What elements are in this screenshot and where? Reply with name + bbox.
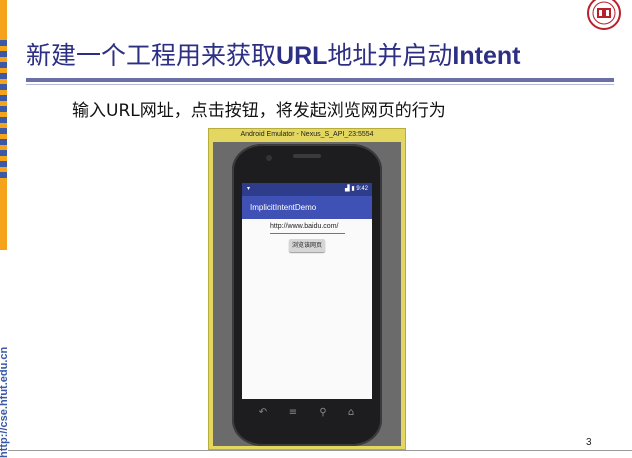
slide-title: 新建一个工程用来获取URL地址并启动Intent	[26, 36, 616, 76]
bottom-divider	[8, 450, 632, 451]
left-decorative-strip: http://cse.hfut.edu.cn	[0, 0, 10, 458]
signal-icon: ▟	[345, 186, 350, 192]
battery-icon: ▮	[351, 186, 355, 192]
camera-icon	[266, 155, 272, 161]
page-number: 3	[586, 437, 592, 448]
status-right: ▟ ▮ 9:42	[345, 183, 368, 196]
side-url-text: http://cse.hfut.edu.cn	[0, 346, 10, 458]
browse-button[interactable]: 浏览该网页	[289, 239, 325, 252]
status-bar: ▾ ▟ ▮ 9:42	[242, 183, 372, 196]
app-title-bar: ImplicitIntentDemo	[242, 196, 372, 219]
status-time: 9:42	[356, 186, 368, 192]
home-icon[interactable]: ≡	[286, 408, 300, 418]
title-part-2: URL	[276, 42, 328, 70]
search-icon[interactable]: ⚲	[316, 408, 330, 418]
menu-icon[interactable]: ⌂	[344, 408, 358, 418]
emulator-window-title: Android Emulator - Nexus_S_API_23:5554	[240, 131, 374, 138]
app-title: ImplicitIntentDemo	[250, 203, 317, 212]
university-seal-icon	[587, 0, 621, 30]
title-part-3: 地址并启动	[327, 41, 453, 70]
blue-pattern-bar	[0, 40, 7, 180]
back-icon[interactable]: ↶	[256, 408, 270, 418]
title-part-4: Intent	[452, 42, 521, 70]
title-underline-thin	[26, 84, 614, 85]
speaker-grille	[293, 154, 321, 158]
download-icon: ▾	[247, 186, 251, 192]
title-underline	[26, 78, 614, 82]
url-input[interactable]: http://www.baidu.com/	[270, 221, 345, 234]
title-part-1: 新建一个工程用来获取	[26, 41, 277, 70]
phone-screen: ▾ ▟ ▮ 9:42 ImplicitIntentDemo http://www…	[242, 183, 372, 399]
slide-description: 输入URL网址，点击按钮，将发起浏览网页的行为	[72, 101, 446, 121]
phone-nav-keys: ↶ ≡ ⚲ ⌂	[242, 404, 372, 424]
